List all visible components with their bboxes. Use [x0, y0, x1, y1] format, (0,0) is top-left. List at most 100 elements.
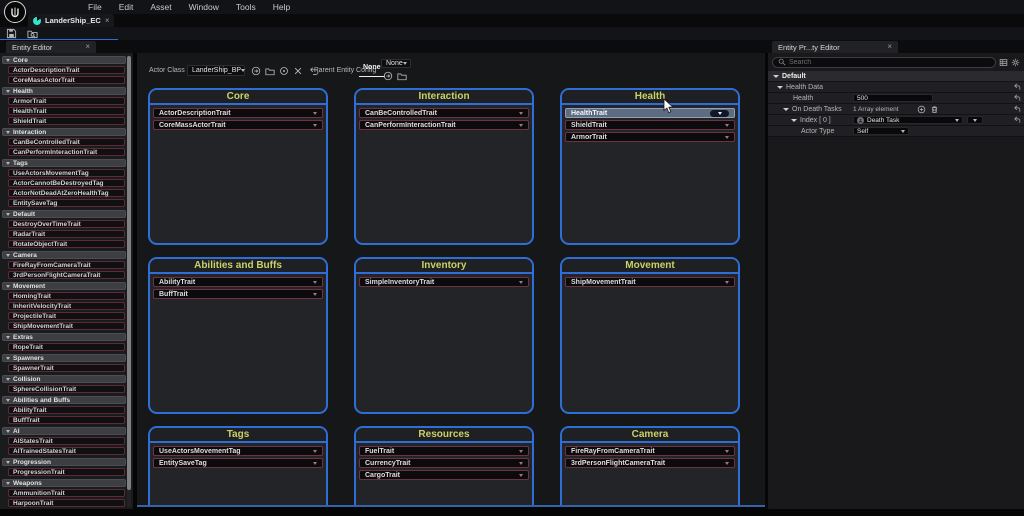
- trait-row[interactable]: CurrencyTrait: [359, 458, 529, 468]
- sidebar-item[interactable]: ArmorTrait: [8, 97, 125, 105]
- trait-row[interactable]: EntitySaveTag: [153, 458, 323, 468]
- trait-dropdown-button[interactable]: [710, 110, 729, 117]
- delete-trash-icon[interactable]: [930, 105, 939, 114]
- reset-to-default-icon[interactable]: [1013, 116, 1021, 124]
- menu-tools[interactable]: Tools: [236, 2, 256, 12]
- sidebar-category-header-weapons[interactable]: Weapons: [2, 479, 126, 487]
- sidebar-item[interactable]: HarpoonTrait: [8, 499, 125, 507]
- trait-row[interactable]: 3rdPersonFlightCameraTrait: [565, 458, 735, 468]
- sidebar-item[interactable]: ShieldTrait: [8, 117, 125, 125]
- save-icon[interactable]: [6, 28, 17, 39]
- reset-to-default-icon[interactable]: [1013, 94, 1021, 102]
- sidebar-item[interactable]: RopeTrait: [8, 343, 125, 351]
- sidebar-item[interactable]: RotateObjectTrait: [8, 240, 125, 248]
- add-element-icon[interactable]: [917, 105, 926, 114]
- sidebar-item[interactable]: ProjectileTrait: [8, 312, 125, 320]
- actor-class-dropdown[interactable]: LanderShip_BP: [187, 65, 245, 76]
- asset-tab-landership-ec[interactable]: LanderShip_EC ×: [28, 14, 114, 27]
- menu-edit[interactable]: Edit: [119, 2, 134, 12]
- property-row-index-0[interactable]: Index [ 0 ] Death Task: [768, 115, 1024, 126]
- trait-row[interactable]: FireRayFromCameraTrait: [565, 446, 735, 456]
- sidebar-category-header-core[interactable]: Core: [2, 56, 126, 64]
- settings-gear-icon[interactable]: [1011, 58, 1020, 67]
- element-options-dropdown[interactable]: [967, 116, 983, 124]
- scrollbar-thumb[interactable]: [127, 56, 131, 490]
- sidebar-item[interactable]: ShipMovementTrait: [8, 322, 125, 330]
- search-box[interactable]: [772, 57, 996, 68]
- death-task-dropdown[interactable]: Death Task: [853, 116, 963, 124]
- trait-row-healthtrait-selected[interactable]: HealthTrait: [565, 108, 735, 118]
- sidebar-category-header-interaction[interactable]: Interaction: [2, 128, 126, 136]
- sidebar-category-header-ai[interactable]: AI: [2, 427, 126, 435]
- sidebar-item[interactable]: EntitySaveTag: [8, 199, 125, 207]
- sidebar-item[interactable]: CanBeControlledTrait: [8, 138, 125, 146]
- view-options-icon[interactable]: [999, 58, 1008, 67]
- trait-row[interactable]: CoreMassActorTrait: [153, 120, 323, 130]
- trait-row[interactable]: CanPerformInteractionTrait: [359, 120, 529, 130]
- sidebar-item[interactable]: UseActorsMovementTag: [8, 169, 125, 177]
- sidebar-item[interactable]: ActorNotDeadAtZeroHealthTag: [8, 189, 125, 197]
- pick-target-icon[interactable]: [279, 66, 289, 76]
- menu-window[interactable]: Window: [189, 2, 219, 12]
- trait-row[interactable]: ShipMovementTrait: [565, 277, 735, 287]
- sidebar-category-header-extras[interactable]: Extras: [2, 333, 126, 341]
- sidebar-category-header-movement[interactable]: Movement: [2, 282, 126, 290]
- health-value-field[interactable]: [853, 94, 933, 102]
- trait-row[interactable]: BuffTrait: [153, 289, 323, 299]
- sidebar-item[interactable]: RadarTrait: [8, 230, 125, 238]
- sidebar-item[interactable]: HomingTrait: [8, 292, 125, 300]
- trait-row[interactable]: ArmorTrait: [565, 132, 735, 142]
- clear-x-icon[interactable]: [293, 66, 303, 76]
- trait-row[interactable]: CanBeControlledTrait: [359, 108, 529, 118]
- sidebar-category-header-collision[interactable]: Collision: [2, 375, 126, 383]
- sidebar-item[interactable]: AbilityTrait: [8, 406, 125, 414]
- browse-folder-icon[interactable]: [397, 71, 407, 81]
- trait-row[interactable]: ActorDescriptionTrait: [153, 108, 323, 118]
- tab-entity-property-editor[interactable]: Entity Pr...ty Editor ×: [772, 41, 898, 53]
- trait-row[interactable]: SimpleInventoryTrait: [359, 277, 529, 287]
- close-icon[interactable]: ×: [887, 43, 892, 51]
- trait-row[interactable]: ShieldTrait: [565, 120, 735, 130]
- browse-folder-icon[interactable]: [265, 66, 275, 76]
- sidebar-item[interactable]: BuffTrait: [8, 416, 125, 424]
- sidebar-category-header-camera[interactable]: Camera: [2, 251, 126, 259]
- sidebar-category-header-abilities[interactable]: Abilities and Buffs: [2, 396, 126, 404]
- trait-row[interactable]: AbilityTrait: [153, 277, 323, 287]
- sidebar-item[interactable]: HealthTrait: [8, 107, 125, 115]
- sidebar-item[interactable]: ProgressionTrait: [8, 468, 125, 476]
- sidebar-category-header-health[interactable]: Health: [2, 87, 126, 95]
- browse-to-asset-icon[interactable]: [27, 28, 38, 39]
- sidebar-category-header-progression[interactable]: Progression: [2, 458, 126, 466]
- sidebar-item[interactable]: AmmunitionTrait: [8, 489, 125, 497]
- reset-to-default-icon[interactable]: [1013, 83, 1021, 91]
- sidebar-item[interactable]: AIStatesTrait: [8, 437, 125, 445]
- trait-row[interactable]: UseActorsMovementTag: [153, 446, 323, 456]
- menu-help[interactable]: Help: [273, 2, 290, 12]
- trait-row[interactable]: CargoTrait: [359, 470, 529, 480]
- sidebar-item[interactable]: 3rdPersonFlightCameraTrait: [8, 271, 125, 279]
- use-selected-icon[interactable]: [251, 66, 261, 76]
- close-icon[interactable]: ×: [85, 43, 90, 51]
- menu-file[interactable]: File: [88, 2, 102, 12]
- sidebar-item[interactable]: SphereCollisionTrait: [8, 385, 125, 393]
- sidebar-item[interactable]: ActorDescriptionTrait: [8, 66, 125, 74]
- health-value-input[interactable]: [857, 95, 929, 102]
- property-row-default[interactable]: Default: [768, 71, 1024, 82]
- property-row-health-data[interactable]: Health Data: [768, 82, 1024, 93]
- search-input[interactable]: [789, 59, 990, 66]
- sidebar-item[interactable]: SpawnerTrait: [8, 364, 125, 372]
- sidebar-item[interactable]: InheritVelocityTrait: [8, 302, 125, 310]
- sidebar-item[interactable]: CoreMassActorTrait: [8, 76, 125, 84]
- property-row-on-death-tasks[interactable]: On Death Tasks 1 Array element: [768, 104, 1024, 115]
- sidebar-item[interactable]: FireRayFromCameraTrait: [8, 261, 125, 269]
- sidebar-item[interactable]: AITrainedStatesTrait: [8, 447, 125, 455]
- sidebar-item[interactable]: DestroyOverTimeTrait: [8, 220, 125, 228]
- sidebar-category-header-spawners[interactable]: Spawners: [2, 354, 126, 362]
- sidebar-item[interactable]: ActorCannotBeDestroyedTag: [8, 179, 125, 187]
- sidebar-category-header-tags[interactable]: Tags: [2, 159, 126, 167]
- sidebar-item[interactable]: CanPerformInteractionTrait: [8, 148, 125, 156]
- reset-to-default-icon[interactable]: [1013, 105, 1021, 113]
- close-icon[interactable]: ×: [105, 17, 110, 25]
- actor-type-dropdown[interactable]: Self: [853, 127, 909, 135]
- use-selected-icon[interactable]: [383, 71, 393, 81]
